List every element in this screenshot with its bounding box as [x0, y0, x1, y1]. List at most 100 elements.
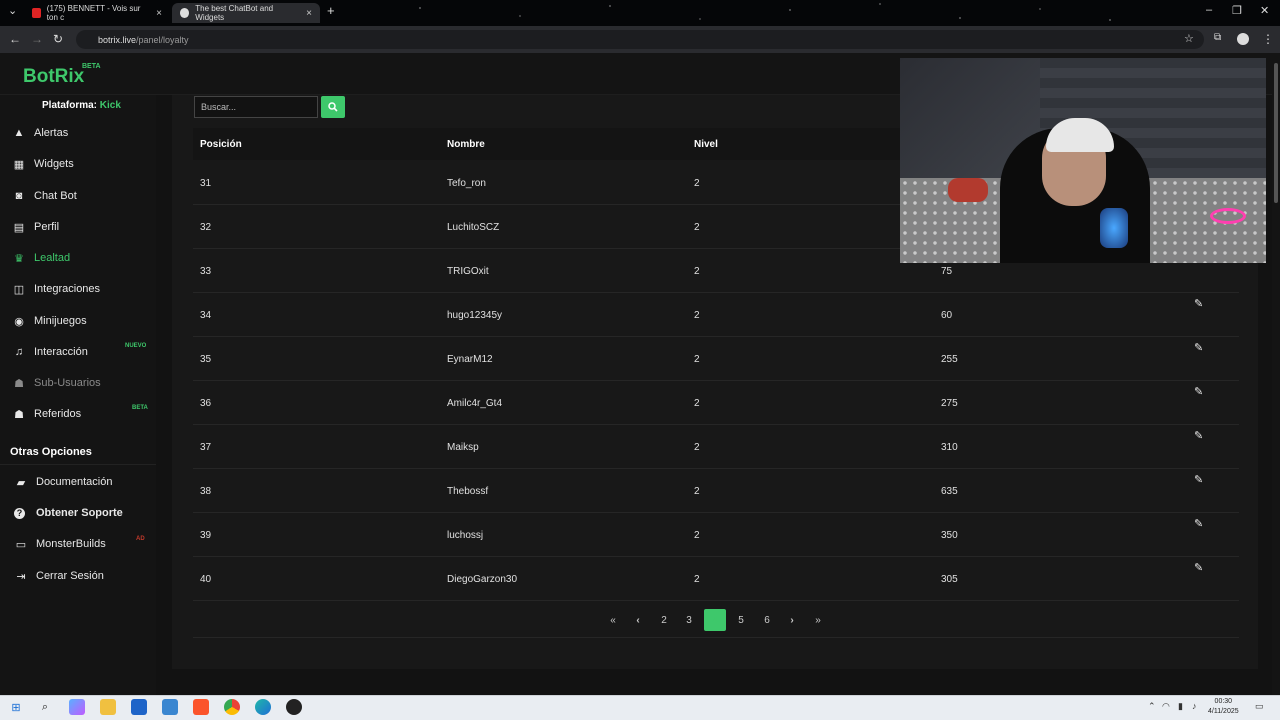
search-icon[interactable]: ⌕	[37, 699, 53, 715]
column-header-nombre[interactable]: Nombre	[447, 139, 485, 150]
cell-name: DiegoGarzon30	[447, 574, 518, 585]
url-bar[interactable]: botrix.live/panel/loyalty	[76, 30, 1204, 49]
first-page-button[interactable]: «	[603, 609, 623, 631]
prev-page-button[interactable]: ‹	[628, 609, 648, 631]
next-page-button[interactable]: ›	[782, 609, 802, 631]
tab-close-icon[interactable]: ×	[306, 8, 312, 19]
book-icon: ▰	[16, 476, 26, 489]
table-row	[193, 381, 1239, 425]
sidebar-item-label: Documentación	[36, 476, 113, 488]
page-button[interactable]: 3	[679, 609, 699, 631]
brave-icon[interactable]	[193, 699, 209, 715]
sidebar-item-lealtad[interactable]: ♛ Lealtad	[12, 249, 70, 267]
file-explorer-icon[interactable]	[100, 699, 116, 715]
column-header-posicion[interactable]: Posición	[200, 139, 242, 150]
tab-youtube[interactable]: (175) BENNETT - Vois sur ton c ×	[24, 3, 170, 23]
clock[interactable]: 00:30 4/11/2025	[1208, 697, 1239, 717]
clock-date: 4/11/2025	[1208, 708, 1239, 715]
browser-menu-icon[interactable]: ⋮	[1262, 32, 1274, 46]
copilot-icon[interactable]	[69, 699, 85, 715]
tab-close-icon[interactable]: ×	[156, 8, 162, 19]
notifications-icon[interactable]: ▭	[1255, 701, 1264, 712]
sidebar-item-perfil[interactable]: ▤ Perfil	[12, 218, 59, 236]
cell-points: 310	[941, 442, 958, 453]
cell-points: 75	[941, 266, 953, 277]
sidebar-item-soporte[interactable]: ? Obtener Soporte	[14, 504, 123, 522]
search-input[interactable]	[194, 96, 318, 118]
cell-name: Thebossf	[447, 486, 489, 497]
botrix-favicon-icon	[180, 8, 190, 18]
forward-icon[interactable]: →	[31, 32, 43, 46]
new-tab-button[interactable]: +	[327, 3, 335, 18]
page-button[interactable]: 2	[654, 609, 674, 631]
page-scrollbar[interactable]	[1272, 53, 1280, 695]
chrome-icon[interactable]	[224, 699, 240, 715]
sidebar-item-widgets[interactable]: ▦ Widgets	[12, 155, 74, 173]
youtube-icon	[32, 8, 41, 18]
extensions-icon[interactable]: ⧉	[1214, 32, 1221, 43]
botrix-logo[interactable]: BotRix	[23, 66, 84, 88]
sidebar-item-interaccion[interactable]: ♫ Interacción	[12, 343, 88, 361]
current-page-button[interactable]: 4	[704, 609, 726, 631]
cell-name: Tefo_ron	[447, 178, 486, 189]
grid-icon: ▦	[13, 158, 25, 171]
cell-level: 2	[694, 310, 700, 321]
cell-points: 305	[941, 574, 958, 585]
search-button[interactable]	[321, 96, 345, 118]
minimize-button[interactable]: –	[1206, 4, 1212, 16]
battery-icon[interactable]: ▮	[1178, 701, 1183, 712]
profile-avatar[interactable]	[1237, 33, 1249, 45]
store-icon[interactable]	[131, 699, 147, 715]
url-domain: botrix.live	[98, 34, 137, 45]
bookmark-star-icon[interactable]: ☆	[1184, 32, 1194, 45]
pencil-icon[interactable]: ✎	[1194, 561, 1203, 574]
windows-start-icon[interactable]: ⊞	[8, 699, 24, 715]
wifi-icon[interactable]: ◠	[1162, 701, 1170, 712]
pencil-icon[interactable]: ✎	[1194, 297, 1203, 310]
pencil-icon[interactable]: ✎	[1194, 473, 1203, 486]
pencil-icon[interactable]: ✎	[1194, 385, 1203, 398]
sidebar-item-sub-usuarios[interactable]: ☗ Sub-Usuarios	[12, 374, 101, 392]
sidebar-item-label: Obtener Soporte	[36, 507, 123, 519]
pencil-icon[interactable]: ✎	[1194, 341, 1203, 354]
reload-icon[interactable]: ↻	[53, 32, 63, 46]
sidebar-item-referidos[interactable]: ☗ Referidos	[12, 405, 81, 423]
search-icon	[328, 102, 338, 112]
column-header-nivel[interactable]: Nivel	[694, 139, 718, 150]
tab-title: The best ChatBot and Widgets	[195, 4, 274, 22]
sidebar-item-cerrar-sesion[interactable]: ⇥ Cerrar Sesión	[14, 567, 103, 585]
tab-title: (175) BENNETT - Vois sur ton c	[46, 4, 141, 22]
pencil-icon[interactable]: ✎	[1194, 429, 1203, 442]
sidebar-item-label: Alertas	[34, 127, 69, 139]
sidebar	[0, 95, 156, 695]
sidebar-item-documentacion[interactable]: ▰ Documentación	[14, 473, 113, 491]
page-button[interactable]: 6	[757, 609, 777, 631]
sidebar-item-label: Referidos	[34, 408, 82, 420]
tab-botrix[interactable]: The best ChatBot and Widgets ×	[172, 3, 320, 23]
cell-points: 255	[941, 354, 958, 365]
sidebar-item-monsterbuilds[interactable]: ▭ MonsterBuilds	[14, 535, 106, 553]
close-window-button[interactable]: ✕	[1260, 4, 1269, 17]
sidebar-item-label: Chat Bot	[34, 190, 77, 202]
cell-level: 2	[694, 574, 700, 585]
edge-icon[interactable]	[255, 699, 271, 715]
volume-icon[interactable]: ♪	[1192, 701, 1197, 711]
page-button[interactable]: 5	[731, 609, 751, 631]
pencil-icon[interactable]: ✎	[1194, 517, 1203, 530]
tab-list-icon[interactable]: ⌄	[8, 4, 17, 17]
obs-icon[interactable]	[286, 699, 302, 715]
users-icon: ☗	[14, 377, 24, 390]
sidebar-item-integraciones[interactable]: ◫ Integraciones	[12, 280, 100, 298]
tray-chevron-icon[interactable]: ⌃	[1148, 701, 1156, 712]
sidebar-item-minijuegos[interactable]: ◉ Minijuegos	[12, 312, 86, 330]
app-icon[interactable]	[162, 699, 178, 715]
cell-position: 40	[200, 574, 212, 585]
plug-icon: ◫	[13, 283, 25, 296]
cell-name: TRIGOxit	[447, 266, 489, 277]
cell-position: 35	[200, 354, 212, 365]
sidebar-item-alertas[interactable]: ▲ Alertas	[12, 124, 69, 142]
maximize-button[interactable]: ❐	[1232, 4, 1242, 17]
back-icon[interactable]: ←	[9, 32, 21, 46]
sidebar-item-chatbot[interactable]: ◙ Chat Bot	[12, 187, 77, 205]
last-page-button[interactable]: »	[808, 609, 828, 631]
